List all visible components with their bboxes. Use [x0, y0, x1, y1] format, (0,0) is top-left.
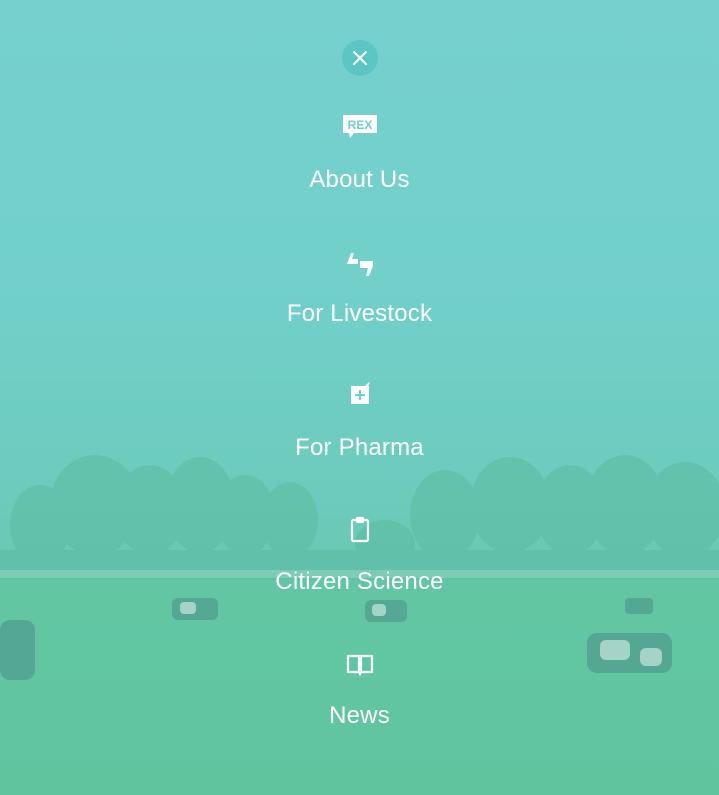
menu-item-label: For Pharma [295, 434, 424, 461]
clipboard-icon [350, 517, 369, 543]
svg-text:REX: REX [347, 118, 372, 132]
menu-item-citizen-science[interactable]: Citizen Science [0, 514, 719, 596]
close-icon [353, 51, 367, 65]
menu-item-label: News [329, 702, 390, 729]
navigation-menu: REX About Us For Livestock For Pharma Ci… [0, 0, 719, 795]
menu-item-about-us[interactable]: REX About Us [0, 112, 719, 194]
menu-item-for-pharma[interactable]: For Pharma [0, 380, 719, 462]
rex-logo-icon: REX [342, 115, 377, 138]
book-icon [346, 654, 373, 677]
close-button[interactable] [342, 40, 378, 76]
quote-icon [346, 253, 373, 276]
menu-item-label: For Livestock [286, 300, 433, 327]
menu-item-for-livestock[interactable]: For Livestock [0, 246, 719, 328]
menu-item-news[interactable]: News [0, 648, 719, 730]
menu-item-label: About Us [309, 166, 410, 193]
menu-item-label: Citizen Science [275, 568, 444, 595]
medicine-icon [350, 382, 370, 404]
